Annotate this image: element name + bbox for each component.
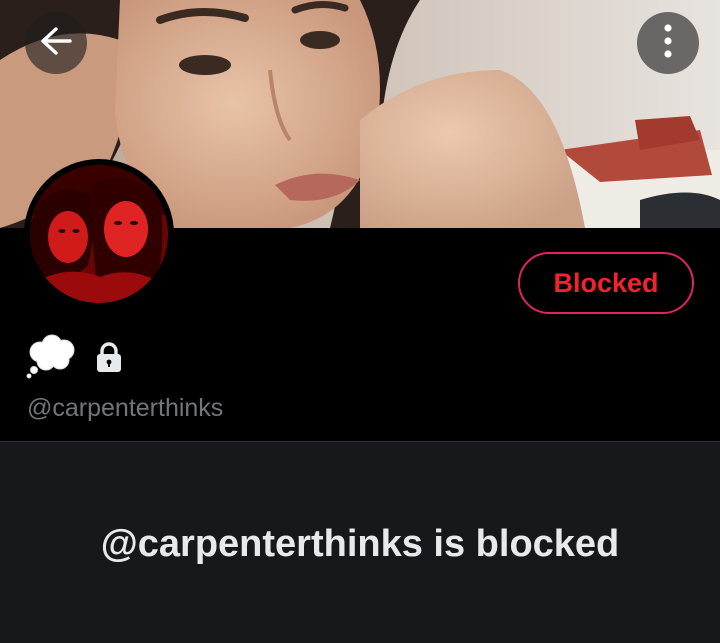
blocked-button[interactable]: Blocked bbox=[518, 252, 694, 314]
back-button[interactable] bbox=[25, 12, 87, 74]
thought-balloon-icon bbox=[26, 334, 78, 385]
lock-icon bbox=[94, 341, 124, 378]
avatar-image bbox=[30, 165, 168, 303]
profile-handle: @carpenterthinks bbox=[27, 394, 224, 422]
profile-screen: Blocked @carpenterthinks @carpenterthink… bbox=[0, 0, 720, 643]
blocked-notice-title: @carpenterthinks is blocked bbox=[100, 523, 620, 565]
more-vertical-icon bbox=[663, 23, 673, 63]
display-name-row bbox=[26, 334, 124, 385]
arrow-left-icon bbox=[39, 26, 73, 61]
more-options-button[interactable] bbox=[637, 12, 699, 74]
avatar[interactable] bbox=[24, 159, 174, 309]
